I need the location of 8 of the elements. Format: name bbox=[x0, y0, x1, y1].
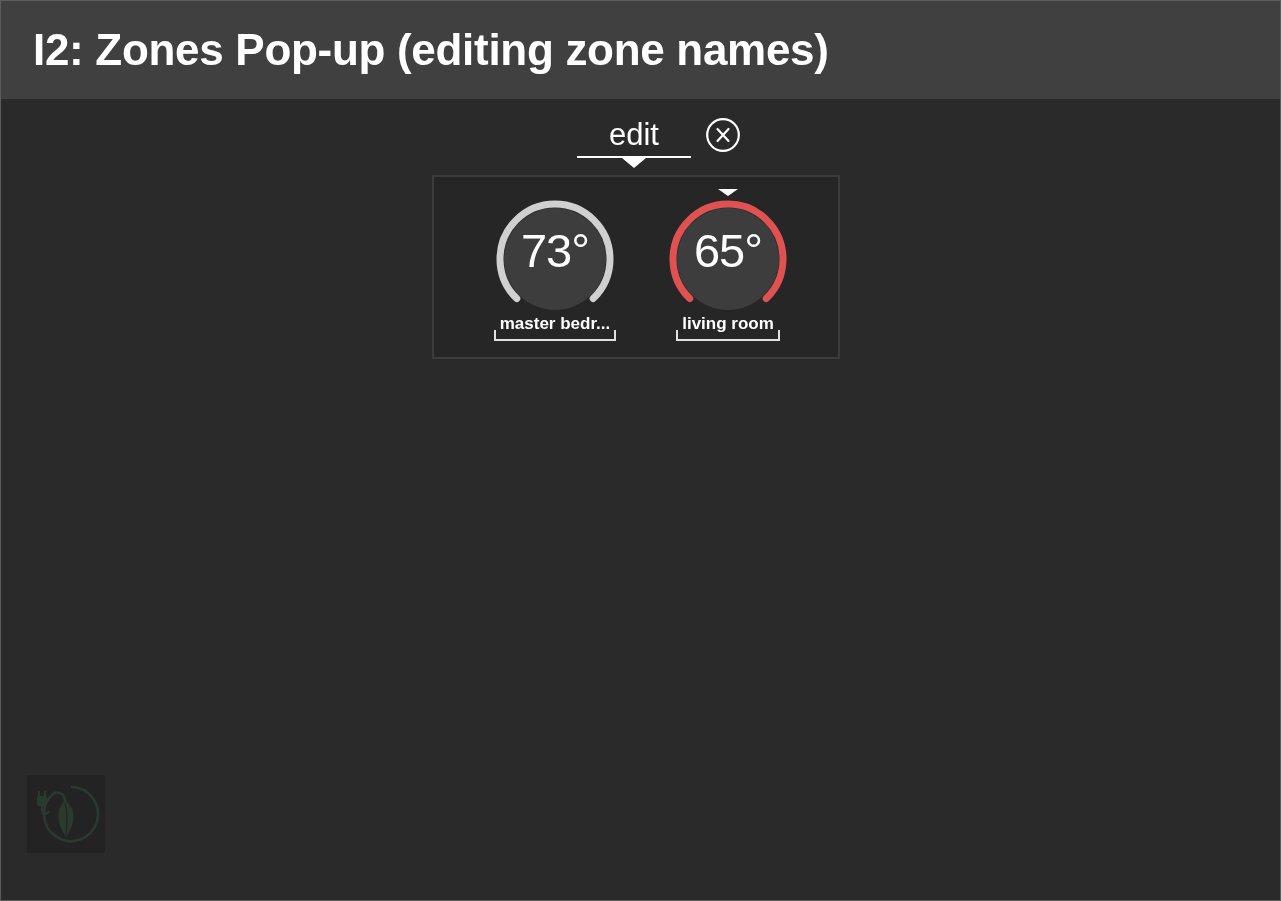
dial-arc[interactable] bbox=[669, 200, 787, 303]
temperature-reading: 65° bbox=[693, 226, 763, 276]
page-title: I2: Zones Pop-up (editing zone names) bbox=[33, 25, 829, 75]
pointer-triangle-icon bbox=[622, 158, 646, 168]
close-button[interactable] bbox=[705, 117, 741, 153]
close-icon bbox=[706, 118, 740, 152]
leaf-plug-logo-icon bbox=[27, 775, 105, 853]
temperature-reading: 73° bbox=[520, 226, 590, 276]
